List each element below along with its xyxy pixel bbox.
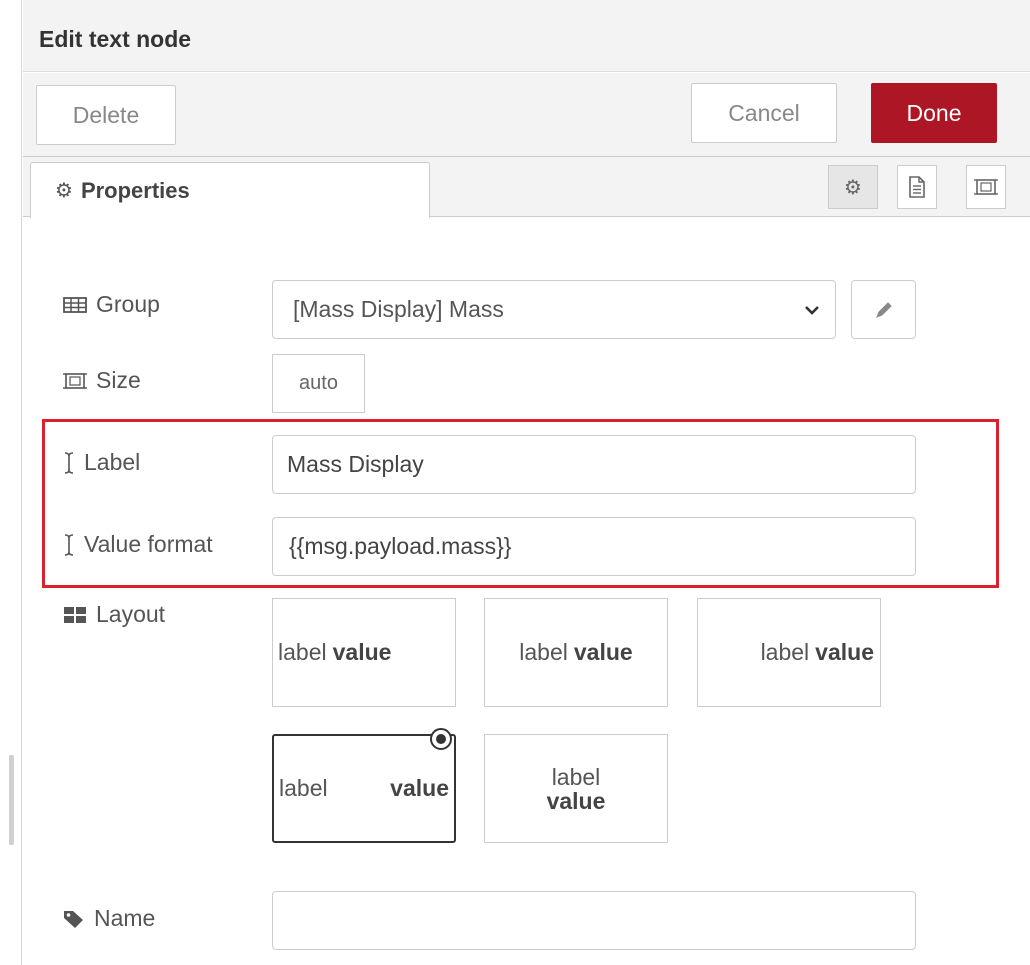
cancel-button[interactable]: Cancel: [691, 83, 837, 143]
tag-icon: [64, 910, 83, 928]
layout-option-label: label: [279, 775, 328, 801]
value-format-label: Value format: [62, 531, 213, 558]
tab-settings[interactable]: ⚙: [828, 165, 878, 209]
size-label: Size: [62, 367, 141, 394]
size-button[interactable]: auto: [272, 354, 365, 413]
table-icon: [63, 296, 87, 313]
layout-option-row-center[interactable]: label value: [484, 598, 668, 707]
label-input[interactable]: Mass Display: [272, 435, 916, 494]
tray-header: Edit text node: [23, 0, 1030, 72]
group-select[interactable]: [Mass Display] Mass: [272, 280, 836, 339]
size-icon: [63, 372, 87, 389]
layout-option-label: label: [760, 639, 810, 665]
layout-option-row-right[interactable]: label value: [697, 598, 881, 707]
tray-toolbar: Delete Cancel Done: [23, 73, 1030, 157]
delete-button[interactable]: Delete: [36, 85, 176, 145]
description-icon: [909, 176, 925, 198]
selected-radio-icon: [430, 728, 452, 750]
grid-icon: [64, 606, 86, 623]
size-label-text: Size: [96, 367, 141, 393]
layout-option-value: value: [332, 639, 392, 665]
done-button[interactable]: Done: [871, 83, 997, 143]
chevron-down-icon: [805, 306, 819, 315]
label-field-label: Label: [62, 449, 140, 476]
resize-handle[interactable]: [9, 755, 14, 845]
layout-label: Layout: [62, 601, 165, 628]
tab-appearance[interactable]: [966, 165, 1006, 209]
page-title: Edit text node: [39, 26, 192, 52]
layout-option-value: value: [815, 639, 874, 665]
text-cursor-icon: [64, 451, 74, 474]
tabs-bar: ⚙ Properties ⚙: [23, 157, 1030, 218]
pencil-icon: [875, 301, 892, 318]
name-input[interactable]: [272, 891, 916, 950]
gear-icon: ⚙: [844, 176, 862, 199]
name-label: Name: [62, 905, 155, 932]
tab-properties[interactable]: ⚙ Properties: [30, 162, 430, 218]
group-select-value: [Mass Display] Mass: [293, 296, 504, 322]
layout-label-text: Layout: [96, 601, 166, 627]
tab-description[interactable]: [897, 165, 937, 209]
group-label: Group: [62, 291, 160, 318]
layout-option-value: value: [390, 775, 449, 801]
layout-option-label: label: [551, 763, 601, 790]
layout-option-label: label: [278, 639, 327, 665]
value-format-label-text: Value format: [84, 531, 213, 557]
layout-option-column-center[interactable]: label value: [484, 734, 668, 843]
gear-icon: ⚙: [55, 180, 73, 202]
layout-option-value: value: [546, 787, 606, 814]
value-format-input[interactable]: {{msg.payload.mass}}: [272, 517, 916, 576]
group-label-text: Group: [96, 291, 160, 317]
label-field-label-text: Label: [84, 449, 141, 475]
appearance-icon: [974, 179, 998, 195]
layout-option-row-left[interactable]: label value: [272, 598, 456, 707]
layout-option-value: value: [573, 639, 633, 665]
text-cursor-icon: [64, 533, 74, 556]
layout-option-label: label: [519, 639, 568, 665]
edit-group-button[interactable]: [851, 280, 916, 339]
left-panel-edge: [0, 0, 22, 965]
name-label-text: Name: [94, 905, 156, 931]
tab-properties-label: Properties: [80, 177, 190, 203]
layout-option-row-spread[interactable]: label value: [272, 728, 456, 843]
